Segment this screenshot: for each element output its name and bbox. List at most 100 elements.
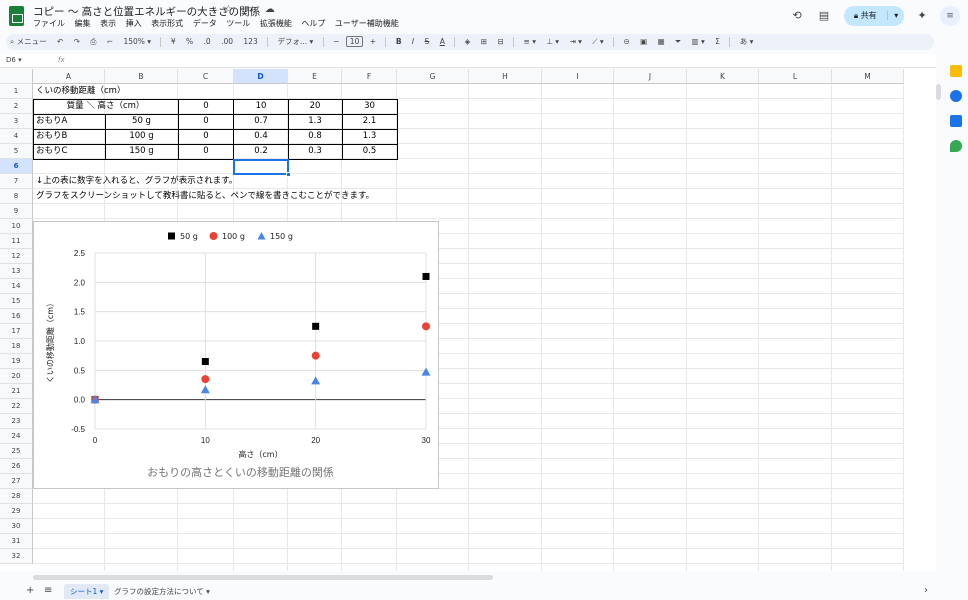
increase-decimal-button[interactable]: .00 [217,34,237,50]
row-header-24[interactable]: 24 [0,429,33,444]
fill-color-icon[interactable]: ◈ [461,34,475,50]
cell-c5[interactable]: 0 [178,144,234,159]
column-header-c[interactable]: C [178,69,234,84]
row-header-14[interactable]: 14 [0,279,33,294]
insert-link-icon[interactable]: ⊝ [619,34,633,50]
insert-chart-icon[interactable]: ▦ [654,34,669,50]
row-header-32[interactable]: 32 [0,549,33,564]
comment-icon[interactable]: ▤ [815,7,833,25]
row-header-15[interactable]: 15 [0,294,33,309]
row-header-8[interactable]: 8 [0,189,33,204]
cell-c4[interactable]: 0 [178,129,234,144]
row-header-5[interactable]: 5 [0,144,33,159]
column-header-m[interactable]: M [832,69,904,84]
row-header-26[interactable]: 26 [0,459,33,474]
row-header-12[interactable]: 12 [0,249,33,264]
maps-icon[interactable] [950,140,962,152]
menu-view[interactable]: 表示 [100,19,116,28]
row-header-18[interactable]: 18 [0,339,33,354]
cell-d5[interactable]: 0.2 [234,144,288,159]
column-header-e[interactable]: E [288,69,342,84]
history-icon[interactable]: ⟲ [788,7,806,25]
cell-e2[interactable]: 20 [288,99,342,114]
menu-file[interactable]: ファイル [33,19,65,28]
avatar[interactable]: ≡ [940,6,960,26]
menu-tools[interactable]: ツール [226,19,250,28]
text-color-button[interactable]: A [436,34,449,50]
menu-edit[interactable]: 編集 [75,19,91,28]
tasks-icon[interactable] [950,90,962,102]
cell-a3[interactable]: おもりA [33,114,105,129]
row-header-22[interactable]: 22 [0,399,33,414]
undo-icon[interactable]: ↶ [53,34,67,50]
menu-extensions[interactable]: 拡張機能 [260,19,292,28]
spreadsheet-grid[interactable]: ABCDEFGHIJKLM 1 2 3 4 5 6 7 8 9 10 11 12 13 14 15 16 17 1… [0,69,936,571]
search-menu[interactable]: ⌕ メニュー [6,34,51,50]
filter-views-icon[interactable]: ▥ ▾ [688,34,709,50]
cell-b3[interactable]: 50 g [105,114,178,129]
share-button[interactable]: 🔒︎ 共有 ▾ [843,6,905,26]
cell-e4[interactable]: 0.8 [288,129,342,144]
row-header-23[interactable]: 23 [0,414,33,429]
font-select[interactable]: デフォ... ▾ [274,34,318,50]
cell-b5[interactable]: 150 g [105,144,178,159]
column-header-d[interactable]: D [234,69,288,84]
filter-icon[interactable]: ⏷ [671,34,685,50]
row-header-7[interactable]: 7 [0,174,33,189]
cell-f3[interactable]: 2.1 [342,114,397,129]
row-header-6[interactable]: 6 [0,159,33,174]
column-header-l[interactable]: L [759,69,832,84]
functions-button[interactable]: Σ [711,34,724,50]
cell-b4[interactable]: 100 g [105,129,178,144]
merge-cells-icon[interactable]: ⊟ [493,34,507,50]
borders-icon[interactable]: ⊞ [477,34,491,50]
row-header-3[interactable]: 3 [0,114,33,129]
select-all-corner[interactable] [0,69,33,84]
column-header-i[interactable]: I [542,69,614,84]
chevron-down-icon[interactable]: ▾ [887,11,899,20]
cell-d4[interactable]: 0.4 [234,129,288,144]
row-header-10[interactable]: 10 [0,219,33,234]
row-header-31[interactable]: 31 [0,534,33,549]
cell-c2[interactable]: 0 [178,99,234,114]
folder-icon[interactable]: ▭ [244,4,253,15]
strikethrough-button[interactable]: S [421,34,434,50]
row-header-29[interactable]: 29 [0,504,33,519]
cell-header-label[interactable]: 質量 ＼ 高さ（cm） [33,99,178,114]
row-header-28[interactable]: 28 [0,489,33,504]
sheets-logo-icon[interactable] [9,6,24,26]
row-header-21[interactable]: 21 [0,384,33,399]
input-tools-button[interactable]: あ ▾ [736,34,758,50]
percent-button[interactable]: % [182,34,197,50]
row-header-17[interactable]: 17 [0,324,33,339]
column-header-f[interactable]: F [342,69,397,84]
decrease-decimal-button[interactable]: .0 [200,34,215,50]
contacts-icon[interactable] [950,115,962,127]
insert-comment-icon[interactable]: ▣ [636,34,651,50]
cloud-icon[interactable]: ☁ [265,4,275,15]
cell-f5[interactable]: 0.5 [342,144,397,159]
name-box[interactable]: D6 ▾ [6,56,46,64]
cell-f4[interactable]: 1.3 [342,129,397,144]
bold-button[interactable]: B [392,34,406,50]
star-icon[interactable]: ☆ [224,4,233,15]
row-header-11[interactable]: 11 [0,234,33,249]
selected-cell-d6[interactable] [233,159,289,175]
align-vertical-icon[interactable]: ⊥ ▾ [542,34,563,50]
cell-a1[interactable]: くいの移動距離（cm） [33,84,233,99]
paint-format-icon[interactable]: ⌐ [103,34,117,50]
menu-data[interactable]: データ [193,19,217,28]
tab-graph-settings[interactable]: グラフの設定方法について ▾ [108,584,216,599]
number-format-button[interactable]: 123 [239,34,261,50]
row-header-9[interactable]: 9 [0,204,33,219]
column-header-b[interactable]: B [105,69,178,84]
row-header-13[interactable]: 13 [0,264,33,279]
cell-e5[interactable]: 0.3 [288,144,342,159]
horizontal-scrollbar[interactable] [33,575,493,580]
row-header-4[interactable]: 4 [0,129,33,144]
row-header-19[interactable]: 19 [0,354,33,369]
cell-d3[interactable]: 0.7 [234,114,288,129]
row-header-27[interactable]: 27 [0,474,33,489]
cell-a5[interactable]: おもりC [33,144,105,159]
add-sheet-icon[interactable]: + [26,585,34,596]
